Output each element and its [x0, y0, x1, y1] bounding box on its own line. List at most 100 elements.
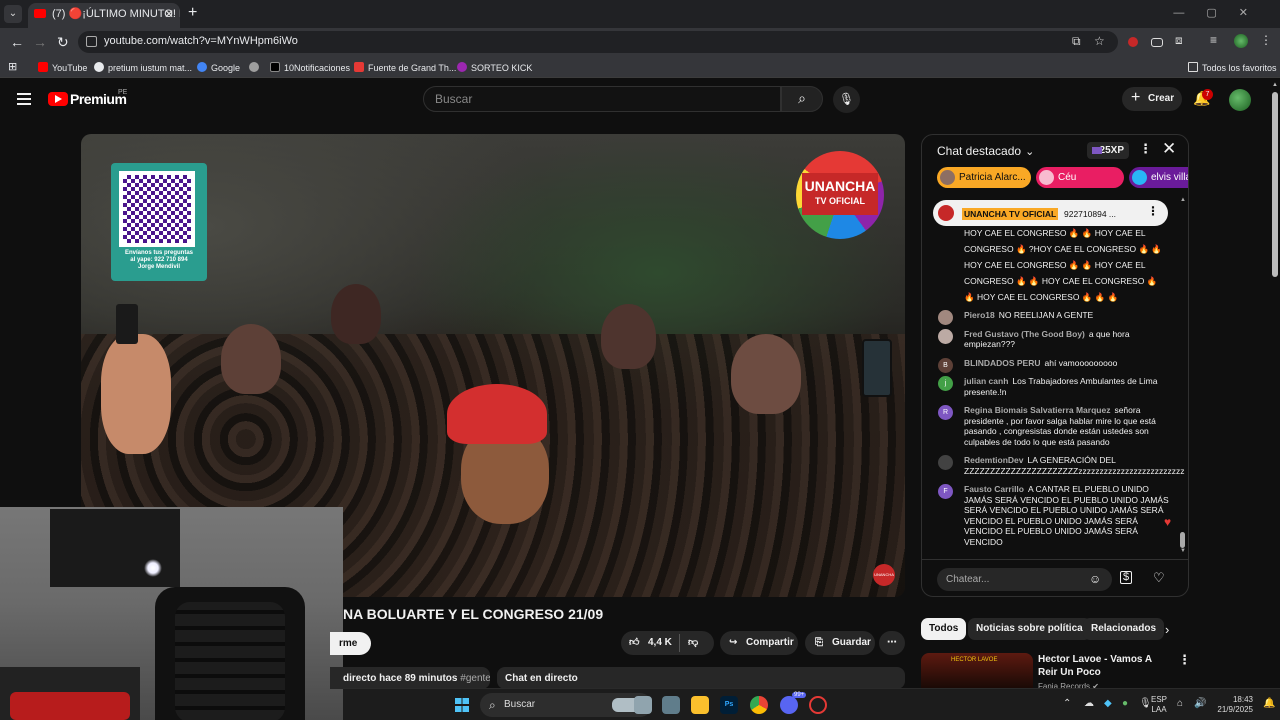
subscribe-button[interactable]: rme [330, 632, 371, 655]
file-explorer-icon[interactable] [691, 696, 709, 714]
volume-icon[interactable]: 🔊 [1194, 698, 1206, 709]
voice-search-button[interactable]: 🎙 [833, 86, 860, 113]
xp-badge[interactable]: 25XP [1087, 142, 1129, 159]
related-video-thumbnail[interactable]: HECTOR LAVOE [921, 653, 1033, 688]
chat-close-icon[interactable]: ✕ [1162, 139, 1176, 159]
hashtag[interactable]: #gente [460, 673, 490, 684]
create-button[interactable]: Crear [1122, 86, 1182, 111]
super-chat-icon[interactable]: $ [1120, 571, 1133, 584]
page-scroll-up-icon[interactable]: ▲ [1272, 82, 1278, 88]
input-language[interactable]: ESP LAA [1151, 695, 1167, 715]
like-count[interactable]: 4,4 K [648, 631, 672, 655]
chat-message[interactable]: j julian canh Los Trabajadores Ambulantes … [922, 376, 1180, 397]
chat-scrollbar[interactable] [1180, 532, 1185, 548]
bookmark-fuente[interactable]: Fuente de Grand Th... [354, 62, 456, 73]
all-bookmarks[interactable]: Todos los favoritos [1188, 62, 1277, 73]
chat-scroll-down-icon[interactable]: ▼ [1180, 548, 1186, 554]
install-app-icon[interactable]: ⧉ [1072, 34, 1081, 49]
emoji-icon[interactable]: ☺ [1089, 572, 1101, 586]
ticker-item[interactable]: elvis villa [1129, 167, 1188, 188]
reading-list-icon[interactable]: ≡ [1210, 33, 1224, 47]
url-omnibox[interactable]: youtube.com/watch?v=MYnWHpm6iWo ⧉ ☆ [78, 31, 1118, 53]
dislike-icon[interactable]: 👎︎ [688, 631, 698, 655]
apps-grid-icon[interactable]: ⊞ [8, 60, 17, 73]
chevron-right-icon[interactable]: › [1165, 622, 1169, 637]
chip-todos[interactable]: Todos [921, 618, 967, 640]
search-button[interactable]: ⌕ [781, 86, 823, 112]
defender-icon[interactable]: ◆ [1104, 698, 1112, 709]
chrome-icon[interactable] [750, 696, 768, 714]
chat-message[interactable]: F Fausto Carrillo A CANTAR EL PUEBLO UNIDO… [922, 484, 1180, 547]
photoshop-icon[interactable]: Ps [720, 696, 738, 714]
mic-tray-icon[interactable]: 🎙 [1139, 698, 1152, 709]
youtube-logo-icon[interactable] [48, 92, 68, 106]
chat-more-icon[interactable]: ⋮ [1139, 141, 1152, 157]
bookmark-x[interactable]: 10Notificaciones [270, 62, 350, 73]
bookmark-label: SORTEO KICK [471, 63, 533, 73]
site-info-icon[interactable] [86, 36, 97, 47]
chat-author: Piero18 [964, 310, 995, 320]
chat-input[interactable]: Chatear... [937, 568, 1112, 591]
extensions-puzzle-icon[interactable]: ⧈ [1175, 33, 1189, 47]
tab-close-icon[interactable]: ✕ [164, 3, 174, 25]
like-icon[interactable]: 👍︎ [629, 631, 639, 655]
ticker-item[interactable]: Patricia Alarc... [937, 167, 1031, 188]
discord-icon[interactable] [780, 696, 798, 714]
extension-red-icon[interactable] [1128, 37, 1138, 47]
heart-icon[interactable]: ♡ [1153, 570, 1165, 586]
share-button[interactable]: ↪ Compartir [720, 631, 798, 655]
chat-message[interactable]: B BLINDADOS PERU ahí vamooooooooo [922, 357, 1180, 373]
taskbar-search[interactable]: Buscar [480, 693, 652, 717]
ticker-item[interactable]: Céu [1036, 167, 1124, 188]
chat-message[interactable]: Fred Gustavo (The Good Boy) a que hora em… [922, 328, 1180, 350]
obs-icon[interactable] [809, 696, 827, 714]
browser-menu-icon[interactable]: ⋮ [1260, 33, 1274, 47]
more-actions-button[interactable]: ⋯ [879, 631, 905, 655]
profile-avatar-icon[interactable] [1234, 34, 1248, 48]
bookmark-sorteo-kick[interactable]: SORTEO KICK [457, 62, 532, 73]
chip-politica[interactable]: Noticias sobre política [968, 618, 1091, 640]
save-button[interactable]: ⎘ Guardar [805, 631, 875, 655]
new-tab-button[interactable]: + [188, 4, 197, 22]
live-chat-section[interactable]: Chat en directo [497, 667, 905, 689]
bookmark-google[interactable]: Google [197, 62, 240, 73]
pinned-avatar [938, 205, 954, 221]
pc-app-icon[interactable] [662, 696, 680, 714]
window-controls[interactable]: —▢✕ [1173, 6, 1270, 19]
chat-mode-dropdown[interactable]: Chat destacado [937, 144, 1034, 158]
search-input[interactable]: Buscar [423, 86, 781, 112]
chat-message[interactable]: Piero18 NO REELIJAN A GENTE [922, 310, 1180, 325]
chip-relacionados[interactable]: Relacionados [1083, 618, 1165, 640]
task-view-icon[interactable] [634, 696, 652, 714]
browser-tab-active[interactable]: (7) 🔴¡ÚLTIMO MINUTO! MAR ✕ [28, 3, 180, 28]
onedrive-icon[interactable]: ☁ [1084, 698, 1094, 709]
bookmark-pretium[interactable]: pretium iustum mat... [94, 62, 192, 73]
bookmark-star-icon[interactable]: ☆ [1094, 34, 1105, 48]
page-scrollbar[interactable] [1272, 92, 1278, 277]
forward-icon[interactable]: → [33, 34, 47, 50]
reload-icon[interactable]: ↻ [57, 34, 69, 51]
menu-hamburger-icon[interactable] [17, 93, 31, 105]
notification-center-icon[interactable]: 🔔 [1263, 698, 1275, 709]
pinned-message[interactable]: UNANCHA TV OFICIAL 922710894 ... ⋮ [933, 200, 1168, 226]
chat-avatar: R [938, 405, 953, 420]
bookmark-youtube[interactable]: YouTube [38, 62, 87, 73]
pinned-more-icon[interactable]: ⋮ [1147, 204, 1159, 218]
chat-message[interactable]: RedemtionDev LA GENERACIÓN DEL ZZZZZZZZZZ… [922, 455, 1184, 476]
tray-chevron-up-icon[interactable]: ⌃ [1063, 698, 1071, 709]
related-more-icon[interactable]: ⋮ [1178, 652, 1191, 668]
chat-scroll-up-icon[interactable]: ▲ [1180, 197, 1186, 203]
account-avatar[interactable] [1229, 89, 1251, 111]
tab-search-chevron-icon[interactable]: ⌄ [4, 5, 22, 23]
related-video-title[interactable]: Hector Lavoe - Vamos A Reir Un Poco [1038, 653, 1173, 679]
extension-card-icon[interactable] [1151, 38, 1163, 47]
tray-app-icon[interactable]: ● [1122, 698, 1128, 709]
system-clock[interactable]: 18:43 21/9/2025 [1213, 695, 1253, 715]
windows-start-icon[interactable] [455, 698, 469, 712]
back-icon[interactable]: ← [10, 34, 24, 50]
chat-message[interactable]: R Regina Biomais Salvatierra Marquez señor… [922, 405, 1180, 447]
url-text[interactable]: youtube.com/watch?v=MYnWHpm6iWo [104, 35, 298, 47]
bookmark-globe[interactable] [249, 62, 263, 73]
description-box[interactable]: directo hace 89 minutos #gente [330, 667, 490, 689]
network-icon[interactable]: ⌂ [1177, 698, 1183, 709]
